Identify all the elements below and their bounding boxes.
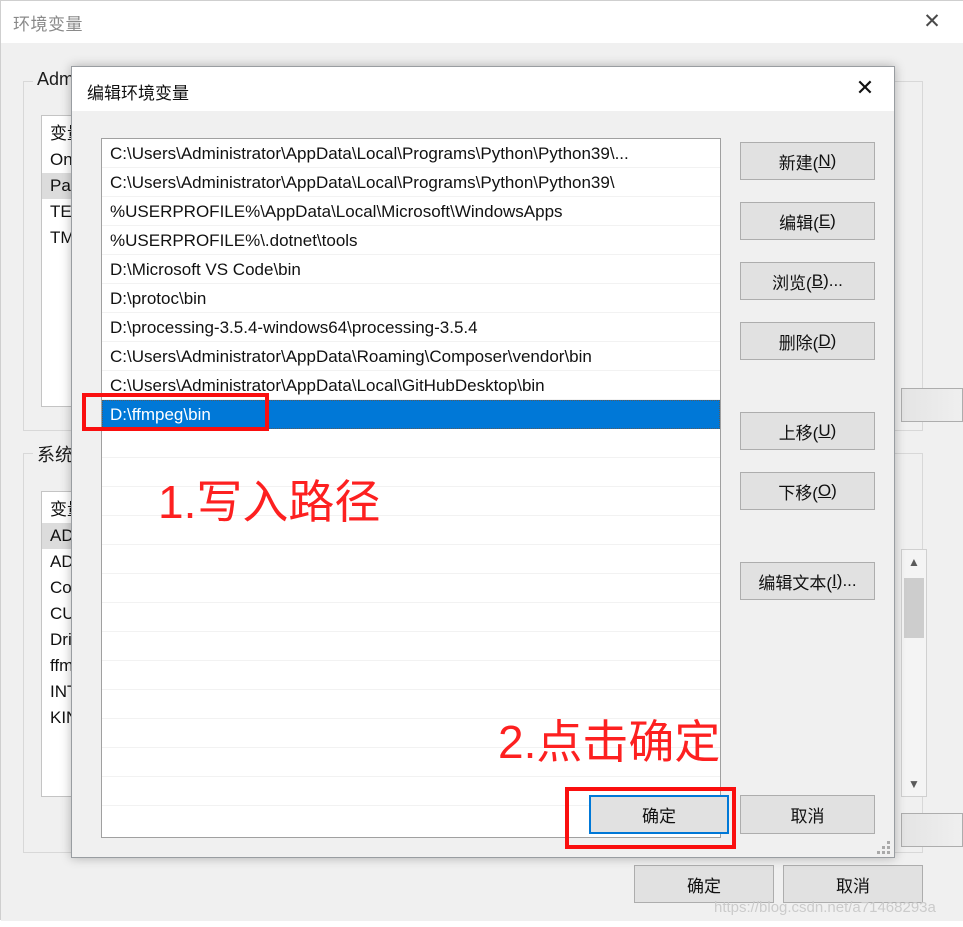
background-ok-button[interactable]: 确定 (634, 865, 774, 903)
edit-button-prefix: 编辑( (779, 213, 819, 233)
dialog-cancel-button[interactable]: 取消 (740, 795, 875, 834)
browse-button[interactable]: 浏览(B)... (740, 262, 875, 300)
new-button-suffix: ) (830, 151, 837, 170)
path-entries-list[interactable]: C:\Users\Administrator\AppData\Local\Pro… (101, 138, 721, 838)
list-item[interactable]: C:\Users\Administrator\AppData\Local\Pro… (102, 139, 720, 168)
background-window-title: 环境变量 (13, 15, 83, 34)
list-item[interactable]: C:\Users\Administrator\AppData\Local\Git… (102, 371, 720, 400)
list-item-empty[interactable] (102, 429, 720, 458)
close-icon[interactable]: ✕ (910, 5, 954, 37)
dialog-title: 编辑环境变量 (87, 84, 189, 103)
move-down-button[interactable]: 下移(O) (740, 472, 875, 510)
move-up-button[interactable]: 上移(U) (740, 412, 875, 450)
dialog-titlebar: 编辑环境变量 ✕ (72, 67, 894, 111)
list-item[interactable]: %USERPROFILE%\AppData\Local\Microsoft\Wi… (102, 197, 720, 226)
edit-environment-variable-dialog: 编辑环境变量 ✕ C:\Users\Administrator\AppData\… (71, 66, 895, 858)
list-item[interactable]: D:\protoc\bin (102, 284, 720, 313)
edit-button-accel: E (818, 211, 831, 230)
delete-button-accel: D (818, 331, 831, 350)
system-variables-scrollbar[interactable]: ▲ ▼ (901, 549, 927, 797)
list-item-empty[interactable] (102, 719, 720, 748)
edit-button-suffix: ) (830, 211, 836, 230)
close-icon[interactable]: ✕ (842, 71, 888, 105)
list-item-empty[interactable] (102, 690, 720, 719)
move-down-button-suffix: ) (831, 481, 837, 500)
edit-text-button-suffix: )... (836, 571, 857, 590)
delete-button-prefix: 删除( (778, 333, 819, 353)
move-up-button-prefix: 上移( (778, 423, 819, 443)
edit-text-button-prefix: 编辑文本( (758, 573, 833, 593)
scrollbar-thumb[interactable] (904, 578, 924, 638)
list-item-empty[interactable] (102, 458, 720, 487)
list-item[interactable]: C:\Users\Administrator\AppData\Roaming\C… (102, 342, 720, 371)
browse-button-suffix: )... (823, 271, 843, 290)
list-item-empty[interactable] (102, 574, 720, 603)
list-item[interactable]: C:\Users\Administrator\AppData\Local\Pro… (102, 168, 720, 197)
delete-button-suffix: ) (830, 331, 837, 350)
watermark-text: https://blog.csdn.net/a71468293a (714, 899, 936, 916)
move-up-button-accel: U (818, 421, 831, 440)
chevron-down-icon[interactable]: ▼ (902, 772, 926, 796)
list-item-empty[interactable] (102, 545, 720, 574)
user-variables-button-partial[interactable] (901, 388, 963, 422)
list-item-empty[interactable] (102, 661, 720, 690)
list-item-empty[interactable] (102, 748, 720, 777)
list-item[interactable]: %USERPROFILE%\.dotnet\tools (102, 226, 720, 255)
list-item-selected[interactable]: D:\ffmpeg\bin (102, 400, 720, 429)
list-item[interactable]: D:\processing-3.5.4-windows64\processing… (102, 313, 720, 342)
move-down-button-accel: O (817, 481, 832, 500)
list-item-empty[interactable] (102, 487, 720, 516)
list-item-empty[interactable] (102, 632, 720, 661)
delete-button[interactable]: 删除(D) (740, 322, 875, 360)
edit-button[interactable]: 编辑(E) (740, 202, 875, 240)
new-button-prefix: 新建( (778, 153, 819, 173)
dialog-ok-button[interactable]: 确定 (589, 795, 729, 834)
list-item-empty[interactable] (102, 603, 720, 632)
move-down-button-prefix: 下移( (778, 483, 818, 503)
list-item[interactable]: D:\Microsoft VS Code\bin (102, 255, 720, 284)
list-item-empty[interactable] (102, 516, 720, 545)
chevron-up-icon[interactable]: ▲ (902, 550, 926, 574)
background-cancel-button[interactable]: 取消 (783, 865, 923, 903)
edit-text-button[interactable]: 编辑文本(I)... (740, 562, 875, 600)
new-button-accel: N (818, 151, 831, 170)
move-up-button-suffix: ) (830, 421, 837, 440)
new-button[interactable]: 新建(N) (740, 142, 875, 180)
screen-root: 环境变量 ✕ Admi 变量 On Pat TEM TM 系统变 变量 AD A… (0, 0, 963, 927)
background-titlebar: 环境变量 ✕ (1, 1, 963, 43)
browse-button-prefix: 浏览( (772, 273, 812, 293)
resize-grip-icon[interactable] (876, 840, 890, 854)
system-variables-button-partial[interactable] (901, 813, 963, 847)
browse-button-accel: B (811, 271, 824, 290)
